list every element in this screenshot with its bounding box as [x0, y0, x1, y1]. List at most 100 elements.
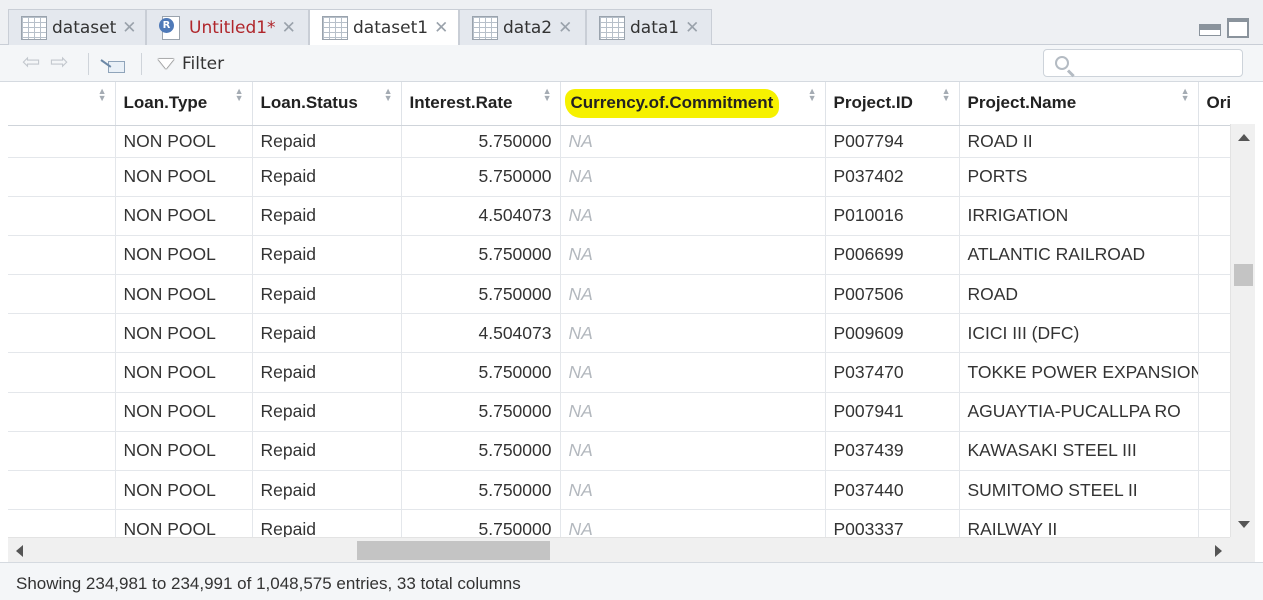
vertical-scrollbar[interactable]	[1230, 124, 1255, 538]
sort-arrows-icon[interactable]: ▲ ▼	[384, 87, 393, 103]
sort-arrows-icon[interactable]: ▲ ▼	[98, 87, 107, 103]
column-header-label: Project.Name	[967, 93, 1077, 113]
table-cell: Repaid	[252, 157, 402, 197]
data-grid-icon	[599, 15, 625, 40]
table-cell	[1198, 470, 1230, 511]
column-header-label: Loan.Type	[123, 93, 208, 113]
table-cell: NON POOL	[115, 352, 253, 393]
show-in-new-window-icon[interactable]	[100, 55, 125, 73]
tab-data2[interactable]: data2 ✕	[459, 9, 586, 45]
sort-arrows-icon[interactable]: ▲ ▼	[808, 87, 817, 103]
tab-untitled1[interactable]: R Untitled1* ✕	[146, 9, 309, 45]
column-header-label: Project.ID	[833, 93, 913, 113]
data-grid-icon	[472, 15, 498, 40]
pane-window-controls	[1199, 18, 1249, 38]
sort-arrows-icon[interactable]: ▲ ▼	[1181, 87, 1190, 103]
minimize-pane-icon[interactable]	[1199, 24, 1221, 36]
table-cell	[1198, 157, 1230, 197]
table-cell: Repaid	[252, 274, 402, 315]
tab-data1[interactable]: data1 ✕	[586, 9, 712, 45]
table-cell: NA	[560, 274, 826, 315]
table-cell: P037440	[825, 470, 960, 511]
table-cell	[1198, 196, 1230, 236]
vertical-scroll-thumb[interactable]	[1234, 264, 1253, 286]
table-cell: P007794	[825, 125, 960, 158]
column-header-row-index[interactable]: ▲ ▼	[8, 82, 116, 126]
table-cell: NA	[560, 392, 826, 432]
table-cell: NA	[560, 313, 826, 354]
table-row: NON POOL Repaid 5.750000 NA P037470 TOKKE POW…	[8, 352, 1230, 393]
table-cell: Repaid	[252, 509, 402, 537]
table-cell	[1198, 274, 1230, 315]
table-cell	[8, 470, 116, 511]
column-header-label: Interest.Rate	[409, 93, 513, 113]
scroll-down-icon[interactable]	[1238, 521, 1250, 528]
close-icon[interactable]: ✕	[122, 18, 136, 38]
table-cell: 5.750000	[401, 431, 561, 472]
back-arrow-icon[interactable]: ⇦	[22, 52, 46, 74]
forward-arrow-icon[interactable]: ⇨	[50, 52, 74, 74]
tab-dataset[interactable]: dataset ✕	[8, 9, 146, 45]
close-icon[interactable]: ✕	[685, 18, 699, 38]
table-cell: NA	[560, 352, 826, 393]
table-cell: ICICI III (DFC)	[959, 313, 1199, 354]
horizontal-scrollbar[interactable]	[8, 537, 1230, 562]
status-bar: Showing 234,981 to 234,991 of 1,048,575 …	[0, 562, 1263, 600]
horizontal-scroll-thumb[interactable]	[357, 541, 550, 560]
table-cell: P009609	[825, 313, 960, 354]
toolbar-separator	[88, 53, 89, 75]
column-header-currency-of-commitment[interactable]: Currency.of.Commitment ▲ ▼	[560, 82, 826, 126]
table-cell: NON POOL	[115, 313, 253, 354]
close-icon[interactable]: ✕	[434, 18, 448, 38]
tab-label: dataset	[52, 17, 117, 38]
data-grid-icon	[322, 16, 348, 40]
column-header-loan-type[interactable]: Loan.Type ▲ ▼	[115, 82, 253, 126]
filter-button[interactable]: Filter	[158, 51, 224, 77]
table-cell: IRRIGATION	[959, 196, 1199, 236]
close-icon[interactable]: ✕	[282, 18, 296, 38]
column-header-project-id[interactable]: Project.ID ▲ ▼	[825, 82, 960, 126]
data-grid: ▲ ▼ Loan.Type ▲ ▼ Loan.Status ▲ ▼ Interest.Rate ▲…	[8, 82, 1230, 537]
toolbar-separator	[141, 53, 142, 75]
table-cell: Repaid	[252, 352, 402, 393]
editor-tab-bar: dataset ✕ R Untitled1* ✕ dataset1 ✕ data…	[0, 0, 1263, 46]
table-cell: RAILWAY II	[959, 509, 1199, 537]
pane-edge	[1255, 82, 1263, 562]
entries-summary: Showing 234,981 to 234,991 of 1,048,575 …	[16, 574, 521, 593]
scroll-left-icon[interactable]	[16, 545, 23, 557]
search-input[interactable]	[1080, 53, 1235, 73]
column-header-interest-rate[interactable]: Interest.Rate ▲ ▼	[401, 82, 561, 126]
column-header-origin[interactable]: Origin	[1198, 82, 1230, 126]
close-icon[interactable]: ✕	[558, 18, 572, 38]
tab-dataset1[interactable]: dataset1 ✕	[309, 9, 459, 46]
table-cell	[1198, 509, 1230, 537]
table-cell: ATLANTIC RAILROAD	[959, 235, 1199, 276]
table-cell: 5.750000	[401, 235, 561, 276]
table-cell	[8, 509, 116, 537]
sort-arrows-icon[interactable]: ▲ ▼	[543, 87, 552, 103]
table-cell: 5.750000	[401, 125, 561, 158]
table-cell: SUMITOMO STEEL II	[959, 470, 1199, 511]
table-cell: TOKKE POWER EXPANSION	[959, 352, 1199, 393]
table-row: NON POOL Repaid 5.750000 NA P007506 ROAD	[8, 274, 1230, 315]
table-cell	[8, 125, 116, 158]
maximize-pane-icon[interactable]	[1227, 18, 1249, 38]
table-cell: NA	[560, 157, 826, 197]
data-viewer-toolbar: ⇦ ⇨ Filter	[0, 45, 1263, 82]
table-row: NON POOL Repaid 5.750000 NA P037440 SUMITOMO …	[8, 470, 1230, 511]
table-cell: 5.750000	[401, 352, 561, 393]
table-cell	[1198, 235, 1230, 276]
tab-label: Untitled1*	[189, 17, 276, 38]
table-row: NON POOL Repaid 5.750000 NA P003337 RAILWAY I…	[8, 509, 1230, 537]
scroll-up-icon[interactable]	[1238, 134, 1250, 141]
search-box[interactable]	[1043, 49, 1243, 77]
table-cell: ROAD	[959, 274, 1199, 315]
table-cell: 5.750000	[401, 470, 561, 511]
column-header-project-name[interactable]: Project.Name ▲ ▼	[959, 82, 1199, 126]
column-header-loan-status[interactable]: Loan.Status ▲ ▼	[252, 82, 402, 126]
sort-arrows-icon[interactable]: ▲ ▼	[942, 87, 951, 103]
sort-arrows-icon[interactable]: ▲ ▼	[235, 87, 244, 103]
scroll-right-icon[interactable]	[1215, 545, 1222, 557]
table-cell: NA	[560, 431, 826, 472]
table-cell	[1198, 352, 1230, 393]
